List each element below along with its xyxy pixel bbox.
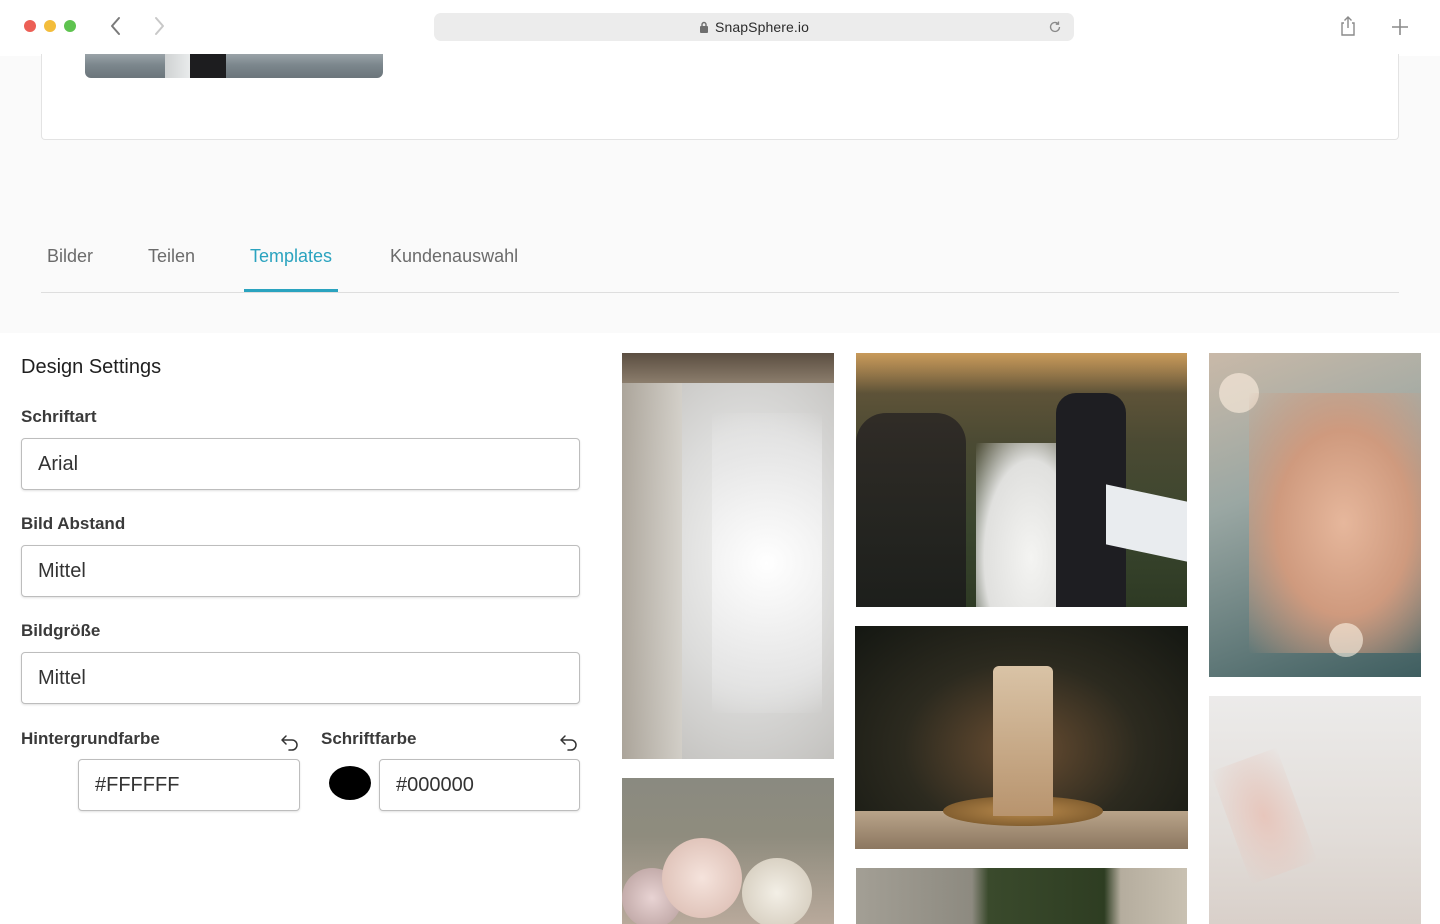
photo-veil-hand[interactable] [1209,696,1421,924]
photo-detail [856,413,966,607]
reset-background-color-icon[interactable] [280,733,300,751]
chevron-right-icon [155,17,164,35]
font-select[interactable]: Arial [21,438,580,490]
share-icon[interactable] [1338,15,1358,37]
font-color-input[interactable]: #000000 [379,759,580,811]
photo-wedding-party[interactable] [856,353,1187,607]
minimize-window-button[interactable] [44,20,56,32]
zoom-window-button[interactable] [64,20,76,32]
photo-detail [742,858,812,924]
image-spacing-select[interactable]: Mittel [21,545,580,597]
url-text: SnapSphere.io [715,19,809,35]
cover-image[interactable] [85,54,383,78]
back-button[interactable] [104,14,128,38]
gallery-tabs: Bilder Teilen Templates Kundenauswahl [41,230,1399,293]
photo-detail [712,413,822,713]
address-bar[interactable]: SnapSphere.io [434,13,1074,41]
photo-detail [622,353,834,383]
background-color-label: Hintergrundfarbe [21,729,160,748]
plus-icon[interactable] [1390,17,1410,37]
tab-bilder[interactable]: Bilder [41,244,99,292]
image-size-label: Bildgröße [21,621,101,640]
lock-icon [700,21,709,33]
forward-button[interactable] [147,14,171,38]
gallery-header-area: Bilder Teilen Templates Kundenauswahl [0,54,1440,333]
image-spacing-label: Bild Abstand [21,514,126,533]
background-color-input[interactable]: #FFFFFF [78,759,300,811]
photo-detail [1249,393,1421,653]
chevron-left-icon [111,17,120,35]
design-settings-title: Design Settings [21,356,162,378]
photo-detail [1329,623,1363,657]
cover-image-couple [190,54,226,78]
close-window-button[interactable] [24,20,36,32]
photo-detail [856,353,1187,393]
font-label: Schriftart [21,407,97,426]
reset-font-color-icon[interactable] [559,733,579,751]
font-color-swatch[interactable] [329,766,371,800]
photo-detail [1210,747,1318,885]
photo-detail [662,838,742,918]
photo-hands-rings[interactable] [1209,353,1421,677]
tab-teilen[interactable]: Teilen [142,244,201,292]
photo-bridal-bouquet[interactable] [622,778,834,924]
photo-wedding-dress[interactable] [622,353,834,759]
tab-templates[interactable]: Templates [244,244,339,292]
font-color-label: Schriftfarbe [321,729,417,748]
photo-detail [622,383,682,759]
gallery-cover-card [41,54,1399,140]
photo-detail [993,666,1053,816]
reload-icon[interactable] [1048,20,1062,34]
photo-venue-building[interactable] [856,868,1187,924]
tab-kundenauswahl[interactable]: Kundenauswahl [384,244,524,292]
browser-toolbar: SnapSphere.io [0,0,1440,56]
photo-wedding-cake[interactable] [855,626,1188,849]
image-size-select[interactable]: Mittel [21,652,580,704]
